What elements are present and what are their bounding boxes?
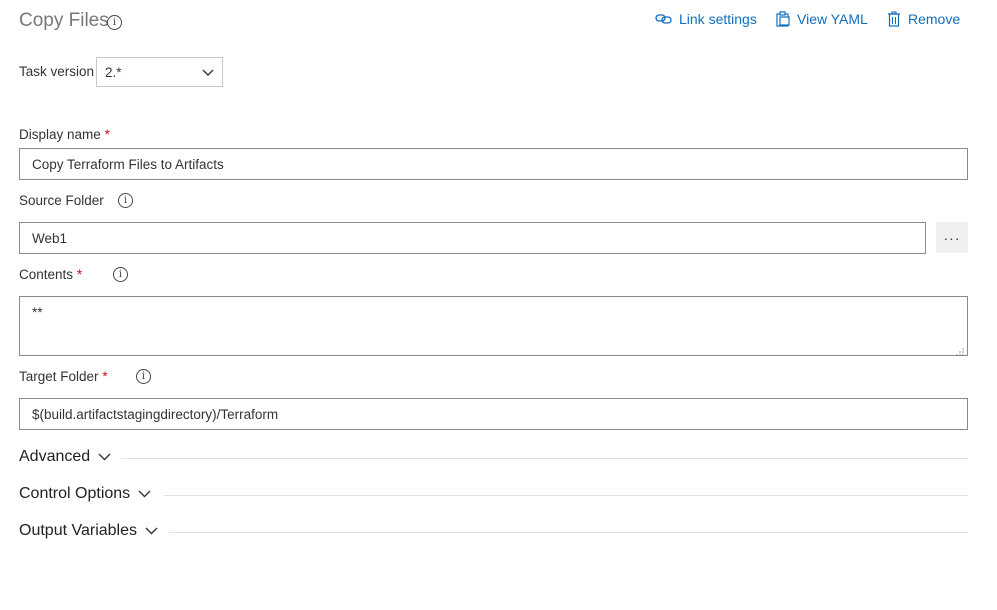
remove-button[interactable]: Remove bbox=[886, 11, 960, 27]
control-options-section-toggle[interactable]: Control Options bbox=[19, 485, 151, 503]
section-divider bbox=[121, 458, 968, 459]
required-marker: * bbox=[104, 127, 110, 142]
page-title: Copy Files bbox=[19, 10, 109, 31]
source-folder-input[interactable]: Web1 bbox=[19, 222, 926, 254]
resize-handle-icon[interactable] bbox=[956, 344, 964, 356]
remove-label: Remove bbox=[908, 11, 961, 27]
section-divider bbox=[164, 495, 968, 496]
display-name-label-text: Display name bbox=[19, 127, 101, 142]
contents-label-text: Contents bbox=[19, 267, 74, 282]
contents-label: Contents * bbox=[19, 267, 82, 282]
contents-value: ** bbox=[32, 305, 43, 320]
link-settings-label: Link settings bbox=[679, 11, 757, 27]
display-name-input[interactable]: Copy Terraform Files to Artifacts bbox=[19, 148, 968, 180]
browse-button[interactable]: ··· bbox=[936, 222, 968, 253]
required-marker: * bbox=[102, 369, 108, 384]
info-icon[interactable]: i bbox=[113, 267, 128, 282]
target-folder-label: Target Folder * bbox=[19, 369, 108, 384]
contents-textarea[interactable]: ** bbox=[19, 296, 968, 356]
task-version-select[interactable]: 2.* bbox=[96, 57, 223, 87]
chevron-down-icon bbox=[98, 448, 111, 466]
info-icon[interactable]: i bbox=[118, 193, 133, 208]
required-marker: * bbox=[76, 267, 83, 282]
info-icon[interactable]: i bbox=[136, 369, 151, 384]
task-version-label: Task version bbox=[19, 64, 95, 79]
link-icon bbox=[655, 12, 673, 26]
trash-icon bbox=[886, 11, 902, 27]
task-version-value: 2.* bbox=[105, 64, 122, 80]
target-folder-input[interactable]: $(build.artifactstagingdirectory)/Terraf… bbox=[19, 398, 968, 430]
view-yaml-label: View YAML bbox=[797, 11, 868, 27]
source-folder-label: Source Folder bbox=[19, 193, 104, 208]
target-folder-value: $(build.artifactstagingdirectory)/Terraf… bbox=[32, 406, 279, 422]
chevron-down-icon bbox=[145, 522, 158, 540]
control-options-label: Control Options bbox=[19, 485, 131, 502]
link-settings-button[interactable]: Link settings bbox=[655, 11, 757, 27]
output-variables-label: Output Variables bbox=[19, 522, 137, 539]
section-divider bbox=[169, 532, 968, 533]
display-name-value: Copy Terraform Files to Artifacts bbox=[32, 156, 224, 172]
source-folder-value: Web1 bbox=[32, 230, 68, 246]
output-variables-section-toggle[interactable]: Output Variables bbox=[19, 522, 158, 540]
view-yaml-button[interactable]: View YAML bbox=[775, 11, 868, 27]
clipboard-icon bbox=[775, 11, 791, 27]
chevron-down-icon bbox=[138, 485, 151, 503]
chevron-down-icon bbox=[202, 65, 214, 80]
target-folder-label-text: Target Folder bbox=[19, 369, 99, 384]
display-name-label: Display name * bbox=[19, 127, 110, 142]
info-icon[interactable]: i bbox=[107, 15, 122, 30]
advanced-label: Advanced bbox=[19, 448, 91, 465]
advanced-section-toggle[interactable]: Advanced bbox=[19, 448, 111, 466]
